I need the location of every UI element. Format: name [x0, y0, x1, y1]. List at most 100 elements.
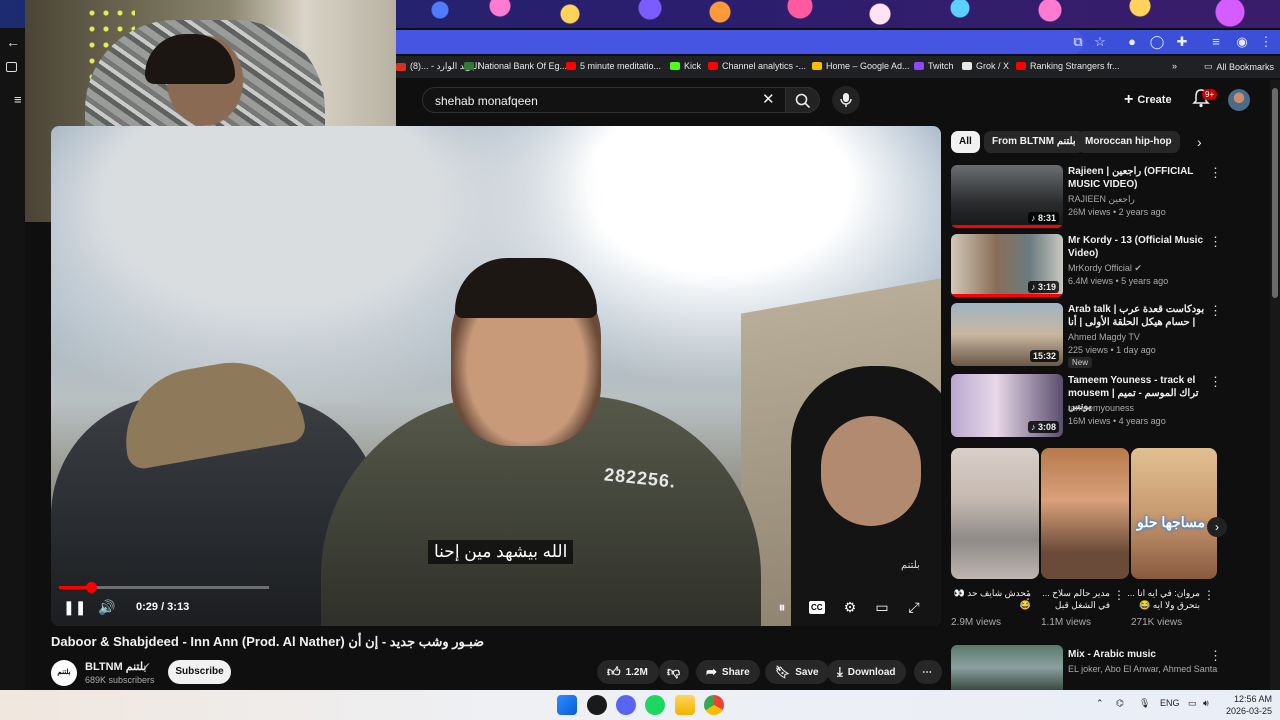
all-bookmarks-button[interactable]: ▭ All Bookmarks [1204, 61, 1274, 72]
video-player[interactable]: 282256. الله بيشهد مين إحنا بلتنم ❚❚ 🔊 0… [51, 126, 941, 626]
more-vertical-icon[interactable]: ⋮ [1209, 374, 1222, 390]
video-title: Daboor & Shabjdeed - Inn Ann (Prod. Al N… [51, 634, 485, 649]
progress-scrubber[interactable] [85, 582, 97, 593]
recommendation-thumbnail[interactable]: 15:32 [951, 303, 1063, 366]
chip-moroccan-hiphop[interactable]: Moroccan hip-hop [1077, 131, 1180, 153]
tray-chevron-icon[interactable]: ⌃ [1096, 698, 1104, 709]
recommendation-item[interactable]: ♪ 8:31 Rajieen | راجعين (OFFICIAL MUSIC … [951, 165, 1222, 229]
recommendation-item[interactable]: 15:32 Arab talk | بودكاست قعدة عرب | حسا… [951, 303, 1222, 368]
profile-avatar-icon[interactable]: ◉ [1234, 34, 1250, 50]
recommendation-thumbnail[interactable]: ♪ 8:31 [951, 165, 1063, 228]
clock-date[interactable]: 2026-03-25 [1226, 706, 1272, 716]
more-vertical-icon[interactable]: ⋮ [1209, 234, 1222, 250]
create-button[interactable]: + Create [1124, 88, 1172, 112]
recommendation-thumbnail[interactable]: ♪ 3:19 [951, 234, 1063, 297]
chip-from-channel[interactable]: From BLTNM بلتنم [984, 131, 1084, 153]
chip-all[interactable]: All [951, 131, 980, 153]
clear-search-icon[interactable]: ✕ [762, 90, 775, 108]
short-title[interactable]: محدش شايف حد 👀😂 [951, 587, 1031, 611]
extensions-puzzle-icon[interactable]: ✚ [1174, 34, 1190, 50]
like-button[interactable]: 👍︎ 1.2M [597, 660, 659, 684]
address-bar[interactable]: ⧉ ☆ ● ◯ ✚ ≡ ◉ ⋮ [396, 30, 1280, 54]
bookmark-item[interactable]: Grok / X [962, 61, 1009, 71]
user-avatar[interactable] [1228, 89, 1250, 111]
recommendation-channel[interactable]: MrKordy Official ✔ [1068, 263, 1142, 274]
chrome-app-icon[interactable] [704, 695, 724, 715]
bookmark-item[interactable]: 5 minute meditatio... [566, 61, 661, 71]
media-controls-icon[interactable]: ≡ [1208, 34, 1224, 50]
short-thumbnail[interactable] [951, 448, 1039, 579]
bookmark-item[interactable]: Kick [670, 61, 701, 71]
short-title[interactable]: مروان: في ايه انا ... بتحرق ولا ايه 😂 [1120, 587, 1200, 611]
recommendation-item[interactable]: ♪ 3:08 Tameem Youness - track el mousem … [951, 374, 1222, 438]
scrollbar-thumb[interactable] [1272, 88, 1278, 298]
bookmark-item[interactable]: Home – Google Ad... [812, 61, 910, 71]
more-vertical-icon[interactable]: ⋮ [1209, 303, 1222, 319]
captions-button[interactable]: CC [809, 597, 825, 617]
short-title[interactable]: مدير حالم سلاح ... في الشغل قبل [1030, 587, 1110, 611]
bookmarks-overflow-icon[interactable]: » [1172, 61, 1177, 71]
spotify-app-icon[interactable] [645, 695, 665, 715]
share-button[interactable]: ➦ Share [696, 660, 760, 684]
recommendation-title[interactable]: Arab talk | بودكاست قعدة عرب | حسام هيكل… [1068, 303, 1206, 329]
volume-tray-icon[interactable]: 🔊︎ [1203, 698, 1209, 709]
save-button[interactable]: 🔖︎ Save [765, 660, 829, 684]
display-icon[interactable]: ▭ [1188, 698, 1197, 709]
theater-mode-icon[interactable]: ▭ [872, 597, 892, 617]
more-vertical-icon[interactable]: ⋮ [1209, 648, 1222, 664]
tab-icon[interactable] [6, 62, 17, 72]
extension-pin-icon[interactable]: ● [1124, 34, 1140, 50]
chips-next-icon[interactable]: › [1197, 134, 1202, 150]
voice-search-button[interactable] [832, 86, 860, 114]
back-icon[interactable]: ← [6, 34, 20, 50]
file-explorer-icon[interactable] [675, 695, 695, 715]
channel-name[interactable]: BLTNM بلتنم [85, 660, 146, 673]
subscribe-button[interactable]: Subscribe [168, 660, 231, 684]
recommendation-channel[interactable]: RAJIEEN راجعين [1068, 194, 1135, 205]
fullscreen-icon[interactable]: ⤢ [904, 597, 924, 617]
bookmark-item[interactable]: National Bank Of Eg... [464, 61, 567, 71]
recommendation-title[interactable]: Rajieen | راجعين (OFFICIAL MUSIC VIDEO) [1068, 165, 1206, 191]
mix-thumbnail[interactable] [951, 645, 1063, 690]
autoplay-toggle-icon[interactable]: ⏸ [772, 597, 792, 617]
more-vertical-icon[interactable]: ⋮ [1209, 165, 1222, 181]
download-button[interactable]: ⤓ Download [827, 660, 906, 684]
url-field[interactable] [396, 30, 1084, 54]
recommendation-title[interactable]: Mr Kordy - 13 (Official Music Video) [1068, 234, 1206, 260]
short-thumbnail[interactable] [1041, 448, 1129, 579]
shorts-next-button[interactable]: › [1207, 517, 1227, 537]
discord-app-icon[interactable] [616, 695, 636, 715]
volume-icon[interactable]: 🔊 [97, 597, 117, 617]
clock-time[interactable]: 12:56 AM [1234, 694, 1272, 704]
browser-menu-icon[interactable]: ⋮ [1258, 34, 1274, 50]
settings-gear-icon[interactable]: ⚙ [840, 597, 860, 617]
bookmark-item[interactable]: Twitch [914, 61, 954, 71]
more-vertical-icon[interactable]: ⋮ [1203, 588, 1215, 602]
progress-bar[interactable] [59, 582, 269, 593]
install-app-icon[interactable]: ⧉ [1070, 34, 1086, 50]
capcut-app-icon[interactable] [587, 695, 607, 715]
bookmark-star-icon[interactable]: ☆ [1092, 34, 1108, 50]
search-input[interactable]: shehab monafqeen [422, 87, 786, 113]
recommendation-channel[interactable]: Ahmed Magdy TV [1068, 332, 1140, 342]
dislike-button[interactable]: 👎︎ [659, 660, 689, 684]
short-thumbnail[interactable]: مساجها حلو [1131, 448, 1217, 579]
mix-title[interactable]: Mix - Arabic music [1068, 649, 1156, 660]
save-bookmark-icon: 🔖︎ [775, 665, 791, 679]
extension-circle-icon[interactable]: ◯ [1149, 34, 1165, 50]
menu-icon[interactable]: ≡ [14, 92, 22, 107]
short-overlay-text: مساجها حلو [1137, 514, 1206, 530]
more-actions-button[interactable]: ⋯ [914, 660, 942, 684]
recommendation-thumbnail[interactable]: ♪ 3:08 [951, 374, 1063, 437]
language-indicator[interactable]: ENG [1160, 698, 1180, 708]
mic-tray-icon[interactable]: 🎙︎ [1139, 698, 1150, 709]
bookmark-item[interactable]: Ranking Strangers fr... [1016, 61, 1120, 71]
pause-button[interactable]: ❚❚ [63, 597, 86, 617]
bookmark-item[interactable]: Channel analytics -... [708, 61, 806, 71]
recommendation-item[interactable]: ♪ 3:19 Mr Kordy - 13 (Official Music Vid… [951, 234, 1222, 298]
network-icon[interactable]: ⌬ [1116, 698, 1124, 709]
start-windows-icon[interactable] [557, 695, 577, 715]
recommendation-channel[interactable]: tameemyouness [1068, 403, 1134, 413]
search-button[interactable] [786, 87, 820, 113]
channel-avatar[interactable]: بلتنم [51, 660, 77, 686]
